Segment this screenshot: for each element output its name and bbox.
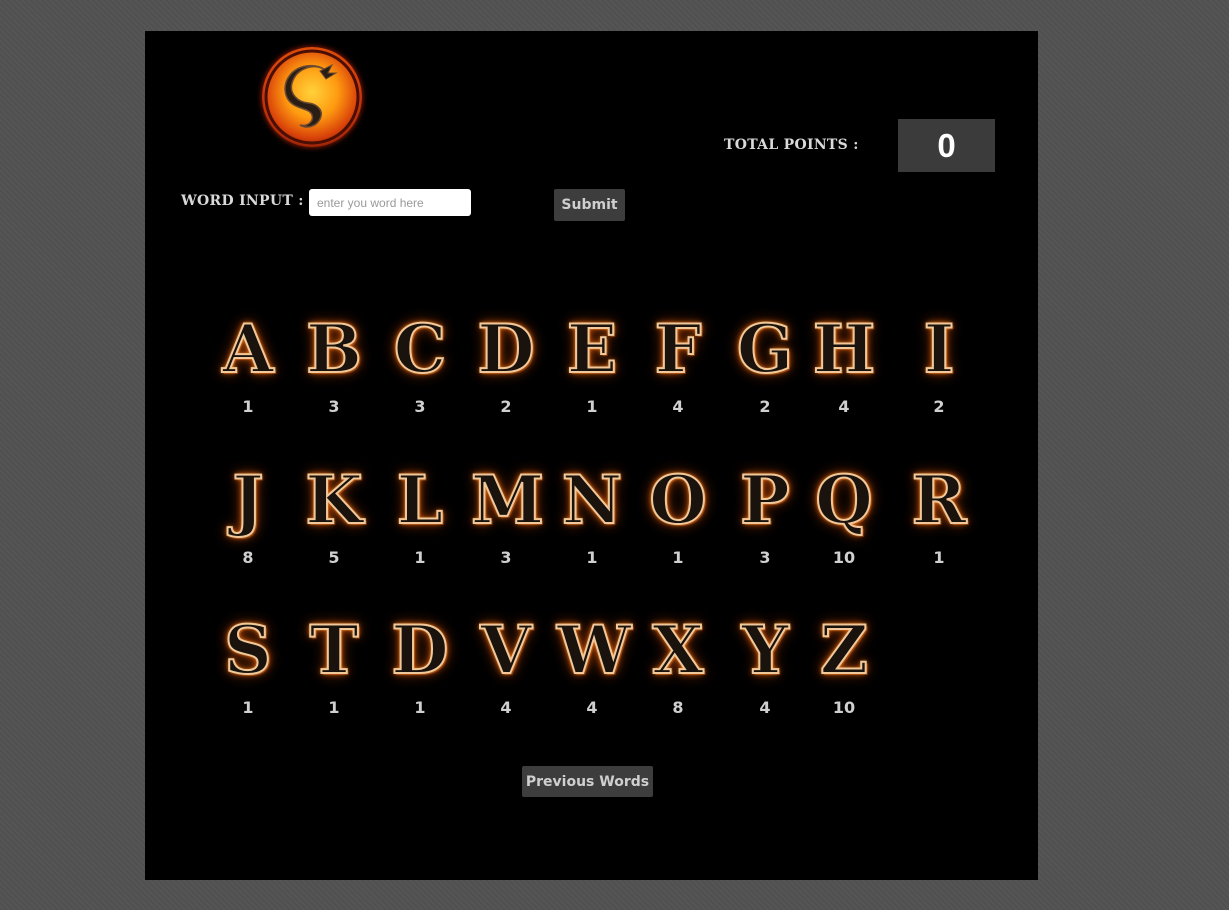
letter-points: 1 bbox=[242, 698, 254, 717]
letter-tile: C3 bbox=[385, 310, 455, 416]
letter-glyph: Z bbox=[819, 611, 869, 689]
letter-glyph: C bbox=[393, 310, 448, 388]
letter-tile: O1 bbox=[643, 461, 713, 567]
letter-tile: P3 bbox=[730, 461, 800, 567]
letter-points: 10 bbox=[832, 548, 856, 567]
total-points-label: TOTAL POINTS : bbox=[724, 137, 859, 153]
letter-points: 4 bbox=[500, 698, 512, 717]
letter-tile: W4 bbox=[556, 611, 632, 717]
letter-points: 1 bbox=[586, 397, 598, 416]
word-input-label: WORD INPUT : bbox=[181, 193, 304, 209]
letter-tile: Z 10 bbox=[809, 611, 879, 717]
letter-points: 1 bbox=[933, 548, 945, 567]
total-points-value: 0 bbox=[898, 119, 995, 172]
letter-points: 1 bbox=[242, 397, 254, 416]
letter-tile: R1 bbox=[904, 461, 974, 567]
previous-words-button[interactable]: Previous Words bbox=[522, 766, 653, 797]
letter-glyph: F bbox=[654, 310, 703, 388]
letter-glyph: S bbox=[223, 611, 273, 689]
letter-glyph: W bbox=[556, 611, 632, 689]
letter-tile: E1 bbox=[557, 310, 627, 416]
letter-tile: K5 bbox=[299, 461, 369, 567]
letter-tile: H4 bbox=[809, 310, 879, 416]
dragon-emblem-icon bbox=[262, 47, 362, 147]
letter-tile: J8 bbox=[213, 461, 283, 567]
letter-tile: L1 bbox=[385, 461, 455, 567]
letter-glyph: D bbox=[476, 310, 535, 388]
letter-glyph: E bbox=[566, 310, 618, 388]
letter-tile: T1 bbox=[299, 611, 369, 717]
letter-points: 3 bbox=[328, 397, 340, 416]
letter-glyph: G bbox=[736, 310, 794, 388]
letter-points: 4 bbox=[672, 397, 684, 416]
letter-points: 3 bbox=[414, 397, 426, 416]
letter-tile: Y4 bbox=[730, 611, 800, 717]
letter-tile: Q 10 bbox=[809, 461, 879, 567]
letter-glyph: M bbox=[470, 461, 545, 539]
letter-tile: N1 bbox=[557, 461, 627, 567]
letter-glyph: K bbox=[304, 461, 363, 539]
letter-glyph: D bbox=[390, 611, 449, 689]
letter-points: 1 bbox=[586, 548, 598, 567]
letter-tile: M3 bbox=[470, 461, 545, 567]
letter-tile: G2 bbox=[730, 310, 800, 416]
letter-tile: B3 bbox=[299, 310, 369, 416]
letter-glyph: L bbox=[396, 461, 444, 539]
letter-points: 8 bbox=[672, 698, 684, 717]
letter-points: 5 bbox=[328, 548, 340, 567]
letter-tile: X8 bbox=[643, 611, 713, 717]
letter-points: 8 bbox=[242, 548, 254, 567]
word-input[interactable] bbox=[309, 189, 471, 216]
letter-tile: I2 bbox=[904, 310, 974, 416]
letter-points: 10 bbox=[832, 698, 856, 717]
letter-glyph: Y bbox=[740, 611, 789, 689]
letter-glyph: V bbox=[479, 611, 532, 689]
letter-glyph: J bbox=[231, 461, 264, 539]
letter-tile: V4 bbox=[471, 611, 541, 717]
letter-points: 1 bbox=[414, 548, 426, 567]
letter-glyph: A bbox=[221, 310, 274, 388]
letter-points: 1 bbox=[414, 698, 426, 717]
letter-points: 2 bbox=[500, 397, 512, 416]
letter-tile: S1 bbox=[213, 611, 283, 717]
letter-points: 4 bbox=[838, 397, 850, 416]
letter-tile: A1 bbox=[213, 310, 283, 416]
letter-glyph: X bbox=[651, 611, 704, 689]
letter-points: 2 bbox=[759, 397, 771, 416]
letter-points: 4 bbox=[759, 698, 771, 717]
letter-glyph: I bbox=[923, 310, 956, 388]
letter-tile: F4 bbox=[643, 310, 713, 416]
letter-points: 1 bbox=[328, 698, 340, 717]
letter-points: 1 bbox=[672, 548, 684, 567]
letter-points: 4 bbox=[586, 698, 598, 717]
letter-glyph: R bbox=[911, 461, 968, 539]
letter-tile: D1 bbox=[385, 611, 455, 717]
letter-tile: D2 bbox=[471, 310, 541, 416]
game-panel: TOTAL POINTS : 0 WORD INPUT : Submit A1B… bbox=[145, 31, 1038, 880]
letter-glyph: T bbox=[308, 611, 359, 689]
letter-glyph: N bbox=[561, 461, 623, 539]
letter-points: 2 bbox=[933, 397, 945, 416]
letter-glyph: P bbox=[739, 461, 791, 539]
letter-glyph: O bbox=[648, 461, 708, 539]
letter-points: 3 bbox=[759, 548, 771, 567]
letter-glyph: Q bbox=[814, 461, 874, 539]
letter-points: 3 bbox=[500, 548, 512, 567]
letter-glyph: B bbox=[305, 310, 363, 388]
letter-glyph: H bbox=[812, 310, 876, 388]
submit-button[interactable]: Submit bbox=[554, 189, 625, 221]
